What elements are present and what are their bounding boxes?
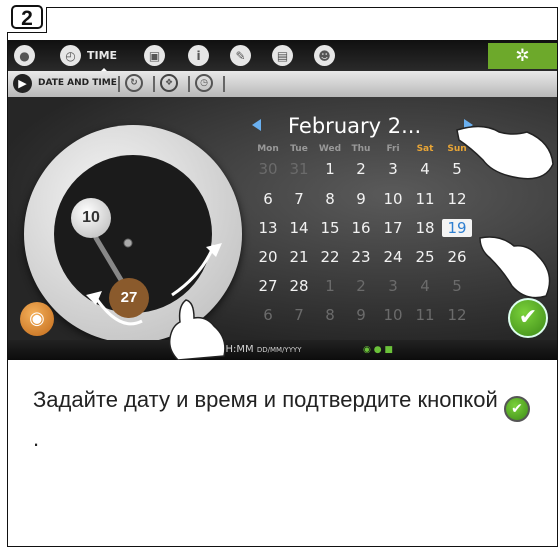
- settings-wrench-button[interactable]: ✲: [488, 43, 557, 69]
- status-bar: HH:MM DD/MM/YYYY ◉ ● ■: [8, 340, 557, 360]
- caption-suffix: .: [33, 426, 40, 451]
- clock-icon: ◴: [60, 45, 81, 66]
- step-badge: 2: [7, 5, 47, 33]
- calendar-day[interactable]: 8: [315, 306, 345, 324]
- calendar-day[interactable]: 31: [284, 160, 314, 178]
- calendar-day[interactable]: 15: [315, 219, 345, 237]
- info-icon[interactable]: i: [188, 45, 209, 66]
- calendar-day[interactable]: 6: [253, 306, 283, 324]
- calendar-day[interactable]: 26: [442, 248, 472, 266]
- caption-text: Задайте дату и время и подтвердите кнопк…: [33, 387, 498, 412]
- separator: [188, 76, 190, 92]
- calendar-day[interactable]: 6: [253, 190, 283, 208]
- date-and-time-label: DATE AND TIME: [38, 78, 117, 88]
- cup-icon[interactable]: ▣: [144, 45, 165, 66]
- calendar-day[interactable]: 4: [410, 277, 440, 295]
- date-format: DD/MM/YYYY: [256, 346, 302, 354]
- hour-knob[interactable]: 10: [71, 198, 111, 238]
- calendar-day[interactable]: 11: [410, 190, 440, 208]
- calendar-day[interactable]: 9: [346, 306, 376, 324]
- calendar-day[interactable]: 25: [410, 248, 440, 266]
- separator: [118, 76, 120, 92]
- weekday-label: Thu: [351, 144, 371, 154]
- sub-navigation-bar: ▶ DATE AND TIME ↻ ❖ ◷: [8, 71, 557, 97]
- weekday-label: Tue: [290, 144, 308, 154]
- time-format-label: HH:MM DD/MM/YYYY: [218, 344, 302, 355]
- calendar-day[interactable]: 13: [253, 219, 283, 237]
- calendar-day[interactable]: 10: [378, 190, 408, 208]
- separator: [223, 76, 225, 92]
- device-screen: ● ◴ TIME ▣ i ✎ ▤ ☻ ✲ ▶ DATE AND TIME ↻ ❖…: [8, 40, 557, 360]
- weekday-label: Mon: [257, 144, 279, 154]
- calendar-day[interactable]: 7: [284, 190, 314, 208]
- calendar-day[interactable]: 16: [346, 219, 376, 237]
- instruction-caption: Задайте дату и время и подтвердите кнопк…: [33, 383, 533, 455]
- calendar-day[interactable]: 8: [315, 190, 345, 208]
- water-drop-icon[interactable]: ●: [14, 45, 35, 66]
- calendar-day[interactable]: 19: [442, 219, 472, 237]
- calendar-day[interactable]: 30: [253, 160, 283, 178]
- status-icons: ◉ ● ■: [363, 345, 393, 355]
- confirm-check-button[interactable]: ✔: [508, 298, 548, 338]
- calendar-day[interactable]: 9: [346, 190, 376, 208]
- calendar-day[interactable]: 20: [253, 248, 283, 266]
- calendar-day[interactable]: 12: [442, 190, 472, 208]
- check-icon: ✔: [518, 305, 538, 330]
- calendar-day[interactable]: 4: [410, 160, 440, 178]
- top-navigation-bar: ● ◴ TIME ▣ i ✎ ▤ ☻ ✲: [8, 40, 557, 74]
- rotate-arrow-right: [171, 244, 216, 297]
- calendar-day[interactable]: 28: [284, 277, 314, 295]
- play-icon[interactable]: ▶: [13, 74, 32, 93]
- calendar-day[interactable]: 3: [378, 277, 408, 295]
- calendar-day[interactable]: 2: [346, 160, 376, 178]
- calendar-day[interactable]: 7: [284, 306, 314, 324]
- calendar-day[interactable]: 27: [253, 277, 283, 295]
- tab-time-label: TIME: [87, 49, 118, 62]
- weekday-label: Sat: [416, 144, 434, 154]
- calendar-day[interactable]: 11: [410, 306, 440, 324]
- calendar-day[interactable]: 21: [284, 248, 314, 266]
- calendar-day[interactable]: 17: [378, 219, 408, 237]
- pointing-hand-icon: [456, 125, 554, 180]
- pointing-hand-icon: [479, 236, 551, 299]
- calendar-day[interactable]: 12: [442, 306, 472, 324]
- weekday-label: Wed: [318, 144, 342, 154]
- minute-knob[interactable]: 27: [109, 278, 149, 318]
- calendar-header: February 2...: [238, 114, 478, 140]
- calendar-day[interactable]: 1: [315, 277, 345, 295]
- calendar-day[interactable]: 3: [378, 160, 408, 178]
- dial-pivot: [123, 238, 133, 248]
- globe-icon[interactable]: ◉: [20, 302, 54, 336]
- previous-month-arrow[interactable]: [252, 119, 261, 131]
- separator: [153, 76, 155, 92]
- wrench-icon: ✲: [515, 46, 530, 66]
- calendar-day[interactable]: 24: [378, 248, 408, 266]
- brush-icon[interactable]: ✎: [230, 45, 251, 66]
- calendar-day[interactable]: 2: [346, 277, 376, 295]
- weekday-label: Fri: [386, 144, 400, 154]
- calculator-icon[interactable]: ▤: [272, 45, 293, 66]
- calendar-day[interactable]: 1: [315, 160, 345, 178]
- pointing-hand-icon: [168, 299, 226, 360]
- calendar-day[interactable]: 22: [315, 248, 345, 266]
- step-number: 2: [11, 5, 43, 30]
- profile-icon[interactable]: ☻: [314, 45, 335, 66]
- calendar-day[interactable]: 23: [346, 248, 376, 266]
- calendar-day[interactable]: 18: [410, 219, 440, 237]
- timer-icon[interactable]: ↻: [125, 74, 143, 92]
- tab-time[interactable]: ◴ TIME: [60, 42, 128, 74]
- calendar-day[interactable]: 10: [378, 306, 408, 324]
- calendar-day[interactable]: 5: [442, 277, 472, 295]
- month-label: February 2...: [288, 114, 422, 138]
- on-off-timer-icon[interactable]: ◷: [195, 74, 213, 92]
- eco-leaf-icon[interactable]: ❖: [160, 74, 178, 92]
- calendar-day[interactable]: 14: [284, 219, 314, 237]
- check-icon: ✔: [503, 396, 530, 422]
